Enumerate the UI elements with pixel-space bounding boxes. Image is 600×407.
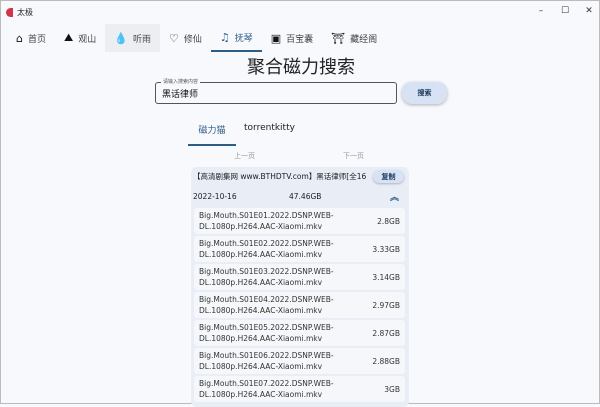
result-size: 47.46GB [289,191,322,201]
maximize-button[interactable]: ☐ [553,1,577,21]
result-card: 【高清剧集网 www.BTHDTV.com】黑话律师[全16 复制 2022-1… [191,167,409,407]
tab-mountain[interactable]: ⛰ 观山 [55,24,105,52]
app-logo-icon [6,7,13,17]
tab-label: 听雨 [132,34,151,45]
search-field[interactable]: 请输入搜索内容 [155,78,397,104]
tab-library[interactable]: ⛩ 藏经阁 [322,24,386,52]
tab-label: 藏经阁 [350,34,378,45]
water-drop-icon: 💧 [114,31,128,45]
file-size: 3.33GB [372,244,400,254]
search-button[interactable]: 搜索 [402,82,447,104]
search-label: 请输入搜索内容 [161,78,201,85]
file-size: 2.88GB [372,356,400,366]
file-size: 2.87GB [372,328,400,338]
file-item[interactable]: Big.Mouth.S01E05.2022.DSNP.WEB-DL.1080p.… [194,320,405,346]
close-button[interactable]: ✕ [577,1,600,21]
next-page-button[interactable]: 下一页 [343,151,364,161]
copy-button[interactable]: 复制 [373,170,404,183]
file-size: 2.8GB [377,216,400,226]
file-item[interactable]: Big.Mouth.S01E07.2022.DSNP.WEB-DL.1080p.… [194,376,405,402]
file-item[interactable]: Big.Mouth.S01E06.2022.DSNP.WEB-DL.1080p.… [194,348,405,374]
chevron-up-icon[interactable]: ︽ [390,190,399,203]
file-name: Big.Mouth.S01E05.2022.DSNP.WEB-DL.1080p.… [199,323,334,343]
file-size: 2.97GB [372,300,400,310]
file-item[interactable]: Big.Mouth.S01E01.2022.DSNP.WEB-DL.1080p.… [194,208,405,234]
result-title: 【高清剧集网 www.BTHDTV.com】黑话律师[全16 [193,172,367,181]
file-size: 3.14GB [372,272,400,282]
tab-cilimao[interactable]: 磁力猫 [188,121,236,146]
tab-torrentkitty[interactable]: torrentkitty [236,121,303,146]
file-item[interactable]: Big.Mouth.S01E02.2022.DSNP.WEB-DL.1080p.… [194,236,405,262]
file-name: Big.Mouth.S01E06.2022.DSNP.WEB-DL.1080p.… [199,351,334,371]
file-size: 3GB [384,384,400,394]
temple-icon: ⛩ [331,31,346,45]
tab-label: 观山 [78,34,97,45]
file-name: Big.Mouth.S01E07.2022.DSNP.WEB-DL.1080p.… [199,379,334,399]
tab-treasure[interactable]: ▣ 百宝囊 [262,24,322,52]
minimize-button[interactable]: – [529,1,553,21]
tab-label: 百宝囊 [286,34,314,45]
file-item[interactable]: Big.Mouth.S01E04.2022.DSNP.WEB-DL.1080p.… [194,292,405,318]
tab-rain[interactable]: 💧 听雨 [105,24,160,52]
result-date: 2022-10-16 [193,191,237,201]
home-icon: ⌂ [16,31,23,45]
file-name: Big.Mouth.S01E04.2022.DSNP.WEB-DL.1080p.… [199,295,334,315]
inbox-icon: ▣ [270,31,282,45]
music-sheet-icon: ♫ [219,30,230,44]
tab-label: 抚琴 [234,33,253,44]
prev-page-button[interactable]: 上一页 [234,151,255,161]
source-tabs: 磁力猫 torrentkitty [188,121,303,146]
search-input[interactable] [162,88,387,98]
tab-home[interactable]: ⌂ 首页 [7,24,55,52]
heart-icon: ♡ [168,31,179,45]
tab-qin[interactable]: ♫ 抚琴 [210,24,262,52]
nav-tabs: ⌂ 首页 ⛰ 观山 💧 听雨 ♡ 修仙 ♫ 抚琴 ▣ 百宝囊 ⛩ 藏经阁 [7,24,386,52]
file-name: Big.Mouth.S01E02.2022.DSNP.WEB-DL.1080p.… [199,239,334,259]
window-title: 太极 [17,7,33,17]
file-name: Big.Mouth.S01E01.2022.DSNP.WEB-DL.1080p.… [199,211,334,231]
file-name: Big.Mouth.S01E03.2022.DSNP.WEB-DL.1080p.… [199,267,334,287]
page-title: 聚合磁力搜索 [247,57,355,78]
file-item[interactable]: Big.Mouth.S01E03.2022.DSNP.WEB-DL.1080p.… [194,264,405,290]
title-bar: 太极 – ☐ ✕ [1,1,600,23]
tab-label: 修仙 [183,34,202,45]
tab-label: 首页 [27,34,46,45]
mountain-icon: ⛰ [64,31,74,44]
tab-cultivate[interactable]: ♡ 修仙 [160,24,211,52]
